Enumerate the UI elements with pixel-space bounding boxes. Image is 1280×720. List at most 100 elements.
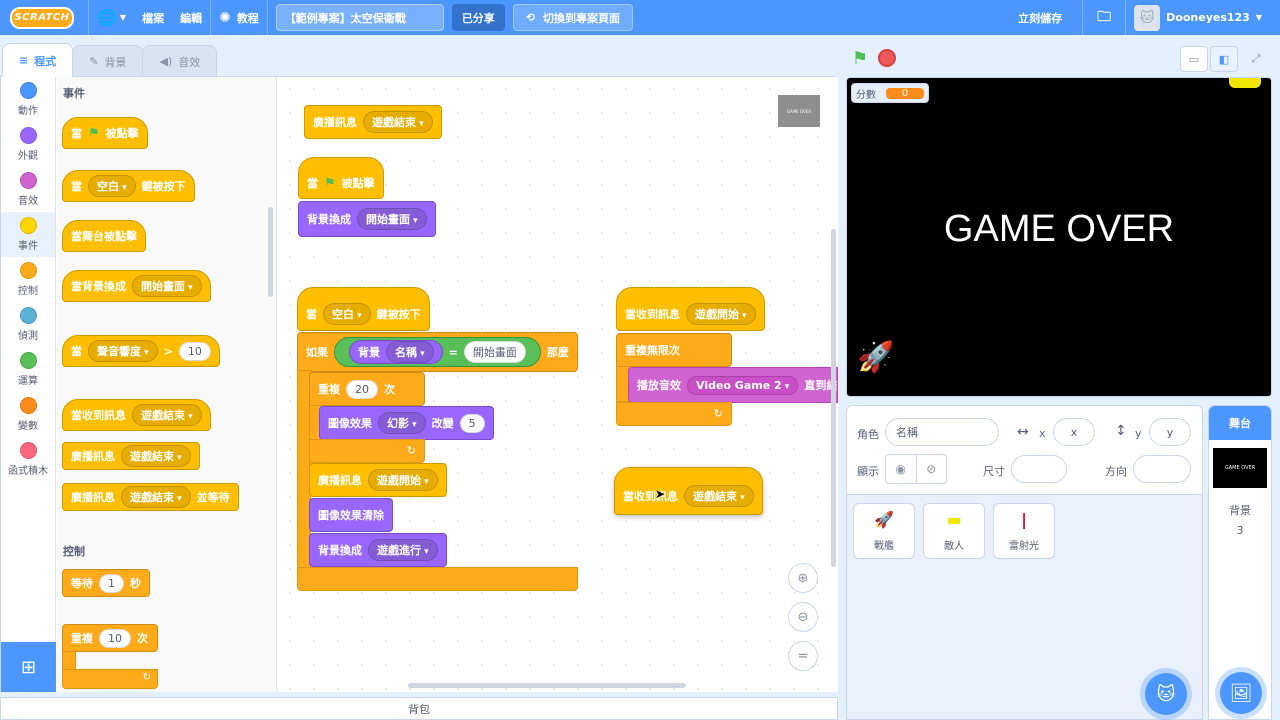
tutorials-menu[interactable]: ✺ 教程 (211, 0, 267, 35)
repeat-count-input[interactable]: 10 (99, 628, 131, 648)
key-dropdown[interactable]: 空白 (323, 303, 371, 325)
palette-when-receive[interactable]: 當收到訊息 遊戲結束 (62, 399, 211, 431)
add-backdrop-button[interactable]: 🖼 (1220, 672, 1262, 714)
message-dropdown[interactable]: 遊戲結束 (684, 485, 754, 507)
message-dropdown[interactable]: 遊戲結束 (363, 111, 433, 133)
backdrop-dropdown[interactable]: 遊戲進行 (368, 539, 438, 561)
project-title-input[interactable]: 【範例專案】太空保衛戰 (275, 4, 444, 31)
sound-dropdown[interactable]: Video Game 2 (687, 375, 799, 395)
sprite-tile-laser[interactable]: | 雷射光 (993, 503, 1055, 559)
clear-effects-block[interactable]: 圖像效果清除 (309, 498, 393, 532)
category-variables[interactable]: 變數 (1, 392, 55, 437)
message-dropdown[interactable]: 遊戲結束 (121, 445, 191, 467)
zoom-in-button[interactable]: ⊕ (788, 563, 818, 593)
scratch-logo[interactable]: SCRATCH (10, 6, 74, 29)
show-visible-button[interactable]: ◉ (886, 455, 917, 483)
category-looks[interactable]: 外觀 (1, 122, 55, 167)
my-stuff-button[interactable]: 🗀 (1083, 0, 1125, 35)
when-receive-block-dragging[interactable]: 當收到訊息 遊戲結束 (614, 467, 763, 515)
vertical-scrollbar[interactable] (831, 229, 836, 567)
backdrop-property-dropdown[interactable]: 名稱 (386, 341, 434, 363)
play-sound-until-done-block[interactable]: 播放音效 Video Game 2 直到結 (628, 367, 838, 403)
key-dropdown[interactable]: 空白 (88, 175, 136, 197)
show-hidden-button[interactable]: ⊘ (917, 455, 947, 483)
effect-amount-input[interactable]: 5 (459, 413, 485, 433)
repeat-count-input[interactable]: 20 (346, 379, 378, 399)
switch-backdrop-block[interactable]: 背景換成 遊戲進行 (309, 533, 447, 567)
repeat-block[interactable]: 重複 20 次 (309, 372, 425, 406)
palette-scrollbar[interactable] (268, 207, 273, 297)
small-stage-button[interactable]: ▭ (1180, 46, 1208, 72)
when-flag-clicked-block[interactable]: 當 ⚑ 被點擊 (298, 157, 384, 199)
script-area[interactable]: GAME OVER 廣播訊息 遊戲結束 當 ⚑ 被點擊 背景換成 開始畫面 當 … (278, 77, 838, 692)
message-dropdown[interactable]: 遊戲開始 (368, 469, 438, 491)
backdrop-dropdown[interactable]: 開始畫面 (357, 208, 427, 230)
when-receive-block[interactable]: 當收到訊息 遊戲開始 (616, 287, 765, 331)
category-sensing[interactable]: 偵測 (1, 302, 55, 347)
wait-seconds-input[interactable]: 1 (99, 573, 124, 593)
sprite-name-input[interactable]: 名稱 (885, 418, 999, 446)
backpack[interactable]: 背包 (0, 697, 838, 720)
backdrop-dropdown[interactable]: 開始畫面 (132, 275, 202, 297)
when-key-pressed-block[interactable]: 當 空白 鍵被按下 (297, 287, 430, 331)
compare-value-input[interactable]: 開始畫面 (463, 341, 526, 363)
palette-when-backdrop-switches[interactable]: 當背景換成 開始畫面 (62, 270, 211, 302)
sprite-tile-fighter[interactable]: 🚀 戰艦 (853, 503, 915, 559)
horizontal-scrollbar[interactable] (408, 683, 686, 688)
green-flag-button[interactable]: ⚑ (848, 46, 872, 70)
zoom-out-button[interactable]: ⊖ (788, 602, 818, 632)
equals-operator-block[interactable]: 背景 名稱 = 開始畫面 (334, 337, 541, 367)
category-sound[interactable]: 音效 (1, 167, 55, 212)
message-dropdown[interactable]: 遊戲結束 (132, 404, 202, 426)
effect-dropdown[interactable]: 幻影 (378, 412, 426, 434)
file-menu[interactable]: 檔案 (134, 0, 172, 35)
palette-when-loudness[interactable]: 當 聲音響度 > 10 (62, 335, 220, 367)
loudness-value-input[interactable]: 10 (178, 341, 211, 361)
tab-code[interactable]: ≡ 程式 (2, 43, 74, 77)
stage-selector[interactable]: 舞台 GAME OVER 背景 3 🖼 (1208, 405, 1272, 720)
forever-block[interactable]: 重複無限次 (616, 333, 732, 367)
palette-when-key-pressed[interactable]: 當 空白 鍵被按下 (62, 170, 195, 202)
block-text: 背景換成 (318, 544, 362, 557)
language-menu[interactable]: 🌐 ▼ (89, 0, 134, 35)
message-dropdown[interactable]: 遊戲開始 (686, 303, 756, 325)
category-events[interactable]: 事件 (1, 212, 55, 257)
stop-button[interactable] (878, 49, 896, 67)
broadcast-block[interactable]: 廣播訊息 遊戲結束 (304, 105, 442, 139)
add-sprite-button[interactable]: 🐱 (1145, 673, 1187, 715)
y-input[interactable]: y (1149, 418, 1191, 446)
broadcast-block[interactable]: 廣播訊息 遊戲開始 (309, 463, 447, 497)
see-project-page-button[interactable]: ⟲ 切換到專案頁面 (512, 4, 634, 31)
direction-input[interactable] (1133, 455, 1191, 483)
if-then-block[interactable]: 如果 背景 名稱 = 開始畫面 那麼 (297, 332, 578, 372)
palette-broadcast-and-wait[interactable]: 廣播訊息 遊戲結束 並等待 (62, 483, 239, 511)
stage-canvas[interactable]: 分數 0 GAME OVER 🚀 (846, 77, 1272, 397)
normal-stage-button[interactable]: ◧ (1210, 46, 1238, 72)
sprite-tile-enemy[interactable]: ▬ 敵人 (923, 503, 985, 559)
palette-when-flag-clicked[interactable]: 當 ⚑ 被點擊 (62, 117, 148, 149)
share-button[interactable]: 已分享 (451, 4, 505, 31)
palette-repeat[interactable]: 重複 10 次 (62, 624, 158, 652)
category-operators[interactable]: 運算 (1, 347, 55, 392)
change-effect-block[interactable]: 圖像效果 幻影 改變 5 (319, 406, 494, 440)
palette-wait[interactable]: 等待 1 秒 (62, 569, 150, 597)
account-menu[interactable]: 🐱 Dooneyes123 ▼ (1126, 0, 1270, 35)
fullscreen-button[interactable]: ⤢ (1242, 46, 1270, 72)
message-dropdown[interactable]: 遊戲結束 (121, 486, 191, 508)
loudness-dropdown[interactable]: 聲音響度 (88, 340, 158, 362)
save-now-button[interactable]: 立刻儲存 (1010, 0, 1070, 35)
category-my-blocks[interactable]: 函式積木 (1, 437, 55, 482)
add-extension-button[interactable]: ⊞ (1, 642, 56, 692)
category-control[interactable]: 控制 (1, 257, 55, 302)
switch-backdrop-block[interactable]: 背景換成 開始畫面 (298, 201, 436, 237)
palette-when-stage-clicked[interactable]: 當舞台被點擊 (62, 220, 146, 252)
edit-menu[interactable]: 編輯 (172, 0, 210, 35)
palette-broadcast[interactable]: 廣播訊息 遊戲結束 (62, 442, 200, 470)
x-input[interactable]: x (1053, 418, 1095, 446)
tab-sounds[interactable]: ◀) 音效 (142, 45, 218, 77)
zoom-reset-button[interactable]: = (788, 641, 818, 671)
tab-backdrops[interactable]: ✎ 背景 (72, 45, 144, 77)
size-input[interactable] (1011, 455, 1067, 483)
category-motion[interactable]: 動作 (1, 77, 55, 122)
backdrop-reporter-block[interactable]: 背景 名稱 (349, 340, 443, 364)
